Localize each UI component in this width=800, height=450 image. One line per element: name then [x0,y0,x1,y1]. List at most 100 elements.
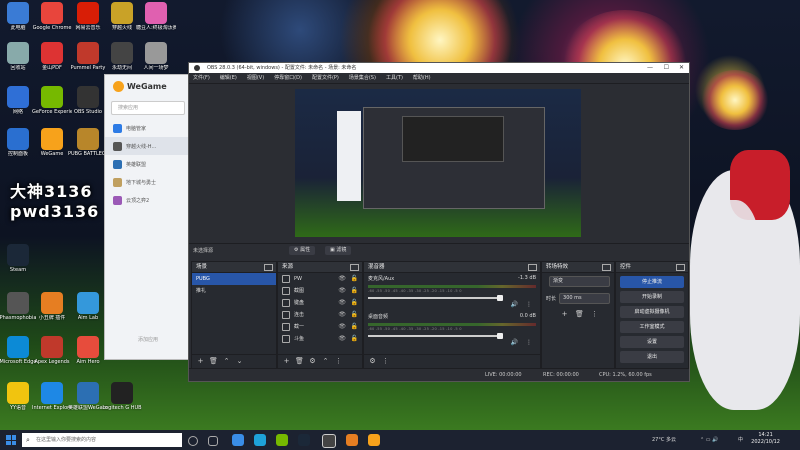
desktop-icon[interactable]: 小丑牌 插件 [32,292,72,321]
undock-icon[interactable] [528,264,537,271]
menu-item[interactable]: 视图(V) [247,73,264,83]
menu-item[interactable]: 文件(F) [193,73,210,83]
start-button[interactable] [6,435,16,445]
wegame-window[interactable]: WeGame 搜索应用 电脑管家 穿越火线-H... 英雄联盟 地下城与勇士 云顶之弈2… [104,74,192,360]
slider-handle[interactable] [497,295,503,301]
desktop-icon[interactable]: 糖豆人:终极淘汰赛 [136,2,176,31]
control-button[interactable]: 启动虚拟摄像机 [620,306,684,318]
wegame-taskbar-icon[interactable] [368,434,380,446]
visibility-eye-icon[interactable]: 👁 [338,309,346,321]
menu-item[interactable]: 停靠窗口(D) [274,73,302,83]
desktop-icon[interactable]: Aim Lab [68,292,108,321]
system-clock[interactable]: 14:21 2022/10/12 [751,432,780,446]
menu-item[interactable]: 帮助(H) [413,73,431,83]
maximize-button[interactable]: ☐ [664,63,669,73]
undock-icon[interactable] [350,264,359,271]
speaker-icon[interactable]: 🔊 [511,339,518,346]
desktop-icon[interactable]: Logitech G HUB [102,382,142,411]
menu-item[interactable]: 配置文件(P) [312,73,339,83]
desktop-icon[interactable]: Apex Legends [32,336,72,365]
remove-source-button[interactable]: 🗑 [295,357,304,366]
steam-taskbar-icon[interactable] [298,434,310,446]
advanced-audio-gear-icon[interactable]: ⚙ [368,357,377,366]
minimize-button[interactable]: — [647,63,653,73]
ime-indicator[interactable]: 中 [738,430,743,450]
obs-window[interactable]: OBS 28.0.3 (64-bit, windows) - 配置文件: 未命名… [188,62,690,382]
source-item[interactable]: 连击 👁 🔓 [278,309,362,321]
slider-handle[interactable] [497,333,503,339]
edge-taskbar-icon[interactable] [232,434,244,446]
undock-icon[interactable] [602,264,611,271]
desktop-icon[interactable]: GeForce Experience [32,86,72,115]
more-options-icon[interactable]: ⋮ [526,339,532,346]
filters-button[interactable]: ▣ 滤镜 [325,246,352,255]
control-button[interactable]: 停止推流 [620,276,684,288]
wegame-app-item[interactable]: 穿越火线-H... [105,137,191,155]
menu-item[interactable]: 场景集合(S) [349,73,376,83]
lock-icon[interactable]: 🔓 [351,309,358,321]
desktop-icon[interactable]: WeGame [32,128,72,157]
desktop-icon[interactable]: Google Chrome [32,2,72,31]
remove-scene-button[interactable]: 🗑 [209,357,218,366]
wegame-app-item[interactable]: 云顶之弈2 [105,191,191,209]
visibility-eye-icon[interactable]: 👁 [338,297,346,309]
desktop-icon[interactable]: Aim Hero [68,336,108,365]
more-options-icon[interactable]: ⋮ [334,357,343,366]
volume-slider[interactable] [368,295,503,301]
move-up-icon[interactable]: ⌃ [222,357,231,366]
desktop-icon[interactable]: Internet Explorer [32,382,72,411]
control-button[interactable]: 工作室模式 [620,321,684,333]
add-scene-button[interactable]: + [196,357,205,366]
wegame-add-app-link[interactable]: 添加应用 [105,336,191,343]
wegame-search-input[interactable]: 搜索应用 [111,101,185,115]
undock-icon[interactable] [676,264,685,271]
lock-icon[interactable]: 🔓 [351,285,358,297]
obs-taskbar-icon[interactable] [322,434,336,448]
control-button[interactable]: 开始录制 [620,291,684,303]
source-settings-gear-icon[interactable]: ⚙ [308,357,317,366]
obs-preview-canvas[interactable] [295,89,581,237]
visibility-eye-icon[interactable]: 👁 [338,321,346,333]
taskbar-search-input[interactable]: ⌕ 在这里输入你要搜索的内容 [22,433,182,447]
source-item[interactable]: 斗鱼 👁 🔓 [278,333,362,345]
desktop-icon[interactable]: 金山PDF [32,42,72,71]
speaker-icon[interactable]: 🔊 [511,301,518,308]
lock-icon[interactable]: 🔓 [351,321,358,333]
wegame-app-item[interactable]: 英雄联盟 [105,155,191,173]
geforce-taskbar-icon[interactable] [276,434,288,446]
control-button[interactable]: 设置 [620,336,684,348]
visibility-eye-icon[interactable]: 👁 [338,285,346,297]
close-button[interactable]: ✕ [679,63,684,73]
visibility-eye-icon[interactable]: 👁 [338,273,346,285]
add-transition-button[interactable]: + [560,310,569,319]
control-button[interactable]: 退出 [620,351,684,363]
properties-button[interactable]: ⚙ 属性 [289,246,316,255]
cortana-icon[interactable] [188,436,198,446]
scene-item[interactable]: PUBG [192,273,276,285]
desktop-icon[interactable]: OBS Studio [68,86,108,115]
menu-item[interactable]: 工具(T) [386,73,403,83]
transition-type-select[interactable]: 渐变 [549,276,610,287]
undock-icon[interactable] [264,264,273,271]
desktop-icon[interactable]: Steam [0,244,38,273]
more-options-icon[interactable]: ⋮ [526,301,532,308]
move-up-icon[interactable]: ⌃ [321,357,330,366]
scene-item[interactable]: 推礼 [192,285,276,297]
desktop-icon[interactable]: PUBG BATTLEGR... [68,128,108,157]
weather-widget[interactable]: 27°C 多云 [652,430,676,450]
volume-slider[interactable] [368,333,503,339]
remove-transition-button[interactable]: 🗑 [575,310,584,319]
store-taskbar-icon[interactable] [254,434,266,446]
lock-icon[interactable]: 🔓 [351,273,358,285]
task-view-icon[interactable] [208,436,218,446]
source-item[interactable]: 键盘 👁 🔓 [278,297,362,309]
source-item[interactable]: PW 👁 🔓 [278,273,362,285]
more-options-icon[interactable]: ⋮ [381,357,390,366]
add-source-button[interactable]: + [282,357,291,366]
files-taskbar-icon[interactable] [346,434,358,446]
desktop-icon[interactable]: 人间一场梦 [136,42,176,71]
source-item[interactable]: 截一 👁 🔓 [278,321,362,333]
lock-icon[interactable]: 🔓 [351,297,358,309]
wegame-app-item[interactable]: 地下城与勇士 [105,173,191,191]
menu-item[interactable]: 编辑(E) [220,73,237,83]
